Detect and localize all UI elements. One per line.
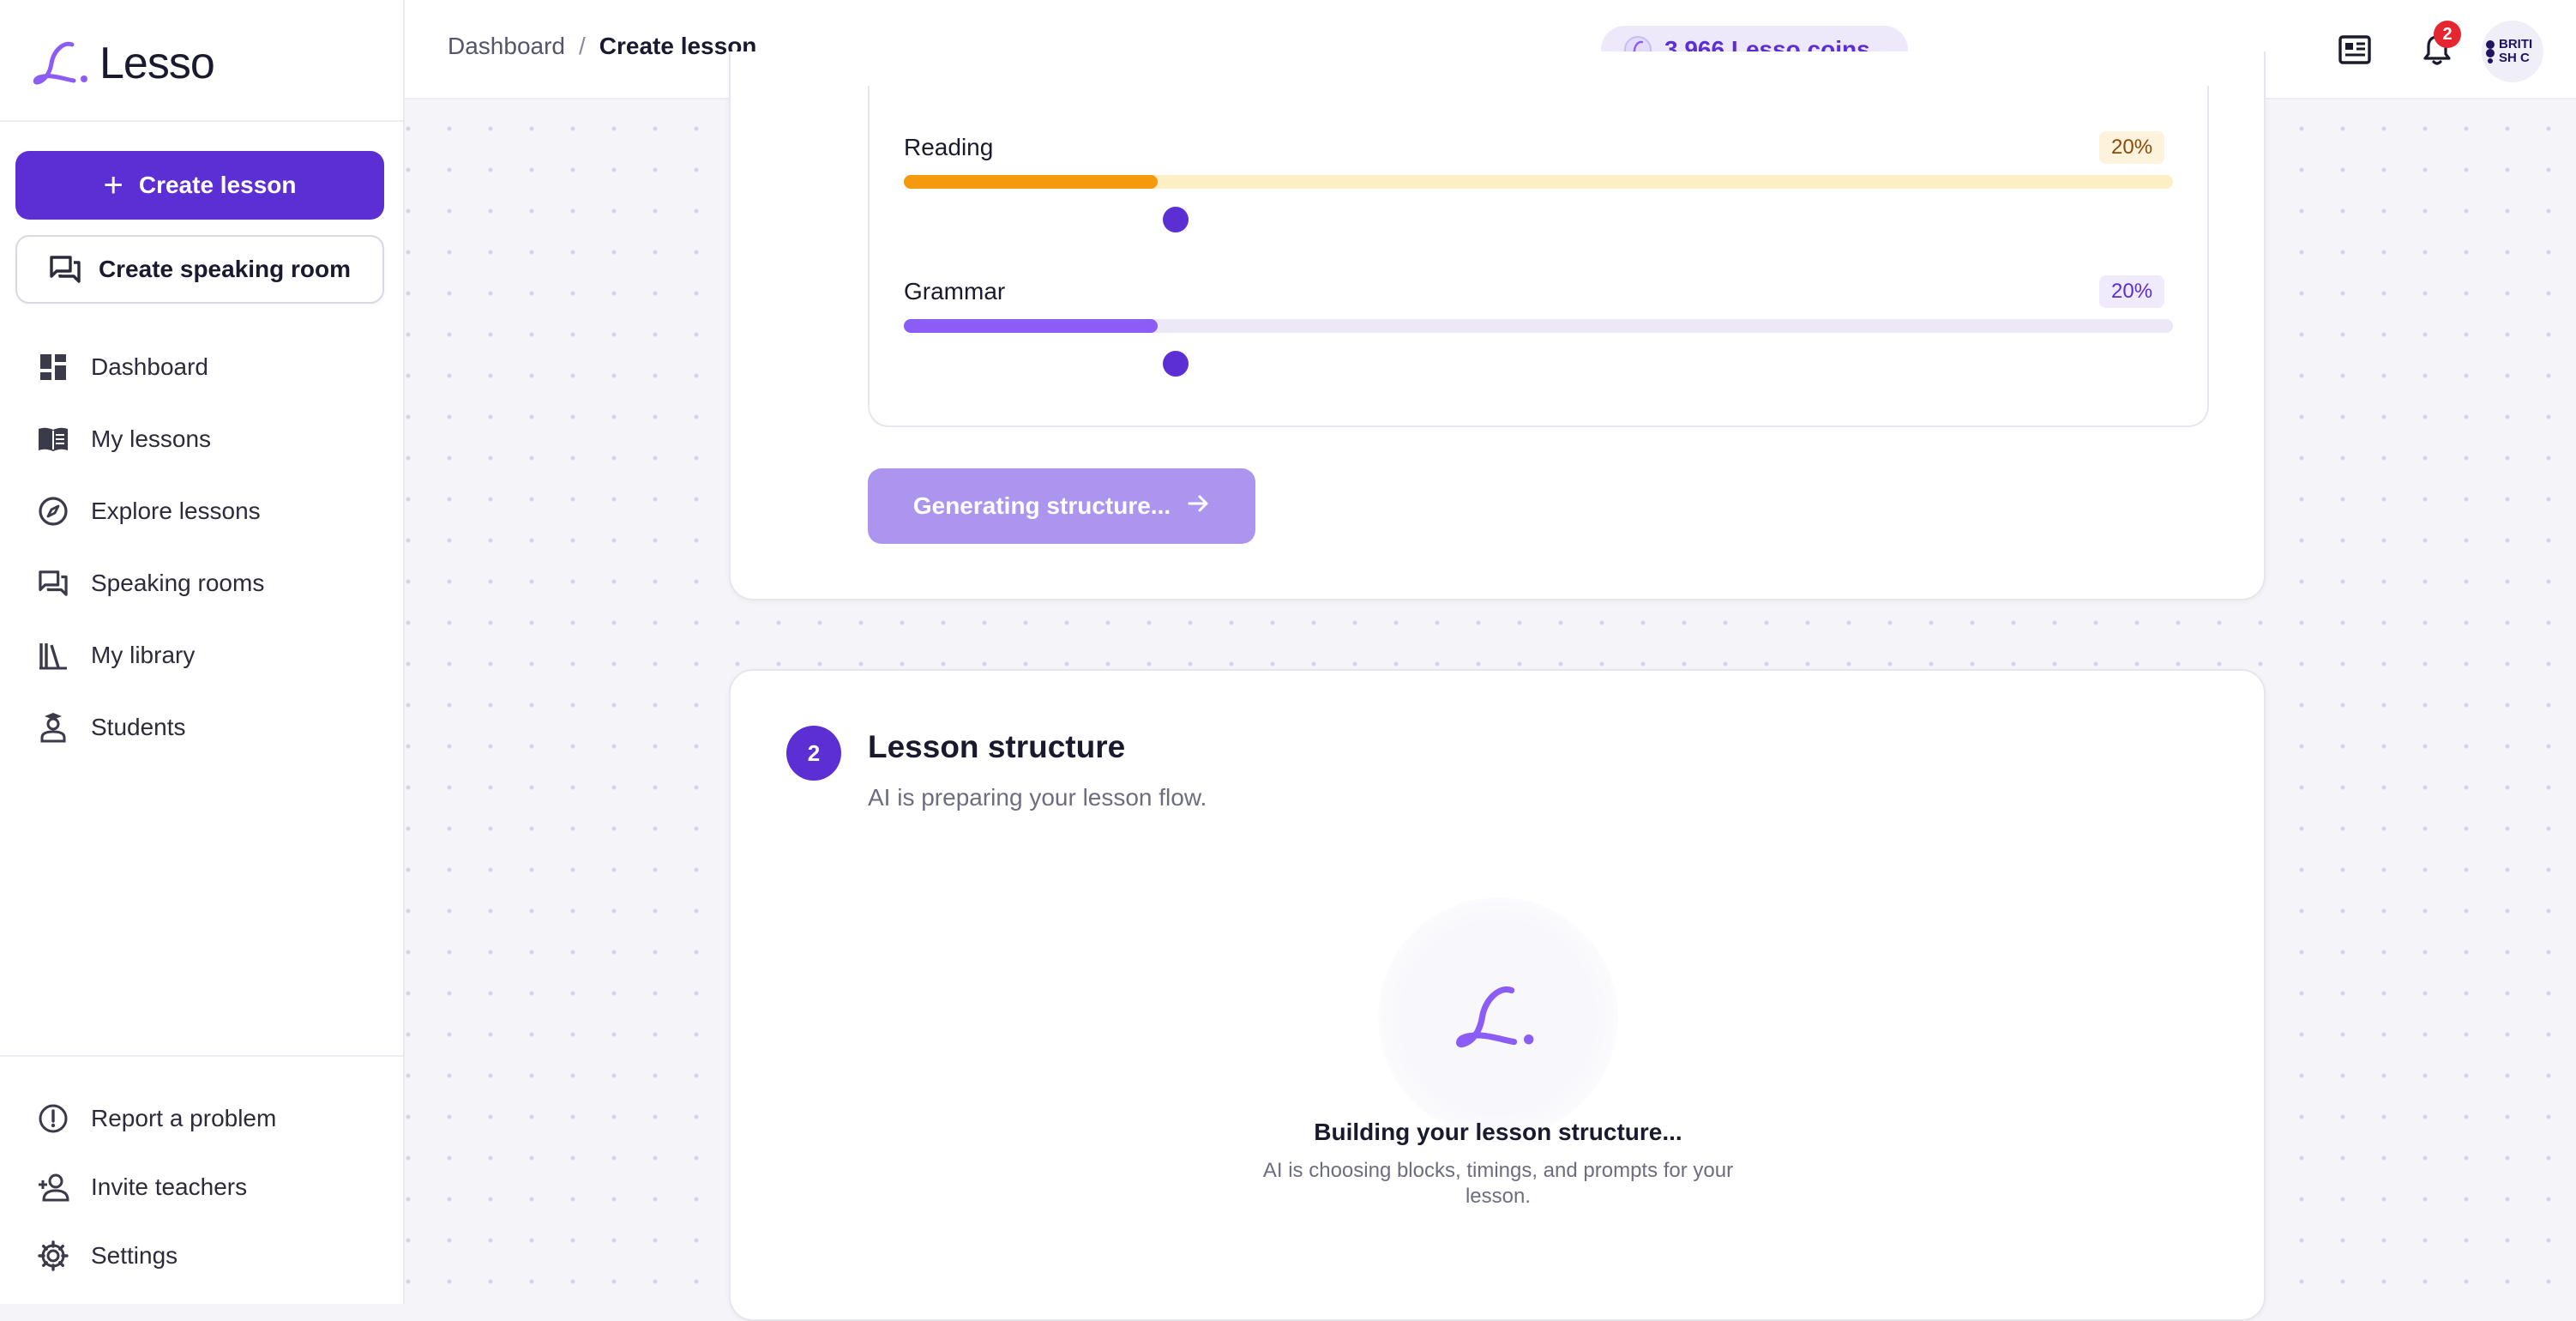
- sidebar-item-label: Invite teachers: [91, 1173, 248, 1200]
- avatar-logo-icon: [2485, 39, 2495, 63]
- loading-subtitle: AI is choosing blocks, timings, and prom…: [1262, 1159, 1734, 1208]
- skill-slider-thumb-reading[interactable]: [1163, 207, 1189, 232]
- plus-icon: +: [103, 166, 123, 204]
- person-add-icon: [36, 1170, 70, 1204]
- dashboard-icon: [36, 350, 70, 384]
- avatar-text: BRITISH COUNCIL: [2499, 38, 2533, 65]
- skill-percent-reading: 20%: [2099, 131, 2165, 164]
- skill-fill-grammar: [904, 319, 1158, 333]
- loading-title: Building your lesson structure...: [1314, 1119, 1682, 1145]
- student-icon: [36, 710, 70, 745]
- sidebar: Lesso + Create lesson Create speaking ro…: [0, 0, 405, 1304]
- generating-structure-label: Generating structure...: [912, 492, 1171, 519]
- sidebar-footer-divider: [0, 1055, 403, 1057]
- sidebar-item-dashboard[interactable]: Dashboard: [0, 331, 405, 403]
- skill-fill-reading: [904, 175, 1158, 189]
- skill-slider-thumb-grammar[interactable]: [1163, 351, 1189, 377]
- skill-label-grammar: Grammar: [904, 278, 1006, 305]
- sidebar-item-label: Settings: [91, 1242, 178, 1269]
- sidebar-divider: [0, 120, 403, 122]
- sidebar-item-label: My lessons: [91, 425, 212, 452]
- sidebar-item-my-lessons[interactable]: My lessons: [0, 403, 405, 475]
- gear-icon: [36, 1239, 70, 1273]
- create-lesson-button[interactable]: + Create lesson: [15, 151, 384, 220]
- sidebar-item-label: Dashboard: [91, 353, 208, 380]
- create-speaking-room-label: Create speaking room: [98, 256, 352, 282]
- create-lesson-label: Create lesson: [138, 172, 297, 198]
- compass-icon: [36, 494, 70, 528]
- skill-track-grammar: [904, 319, 2173, 333]
- avatar[interactable]: BRITISH COUNCIL: [2482, 21, 2543, 82]
- news-icon: [2338, 35, 2371, 64]
- sidebar-item-report-problem[interactable]: Report a problem: [0, 1083, 405, 1155]
- breadcrumb-dashboard-link[interactable]: Dashboard: [448, 33, 565, 60]
- step-number-badge: 2: [786, 726, 841, 781]
- skill-track-reading: [904, 175, 2173, 189]
- skill-percent-grammar: 20%: [2099, 275, 2165, 308]
- lesso-loader-icon: [1456, 986, 1534, 1048]
- alert-circle-icon: [36, 1101, 70, 1136]
- notification-count-badge: 2: [2434, 21, 2461, 48]
- sidebar-item-label: Students: [91, 714, 186, 740]
- sidebar-item-students[interactable]: Students: [0, 691, 405, 763]
- breadcrumb: Dashboard / Create lesson: [448, 33, 756, 60]
- sidebar-item-label: Speaking rooms: [91, 570, 265, 596]
- arrow-right-icon: [1188, 492, 1210, 520]
- sidebar-item-speaking-rooms[interactable]: Speaking rooms: [0, 547, 405, 619]
- lesso-logo-icon: [33, 41, 87, 85]
- lesson-structure-title: Lesson structure: [868, 729, 1126, 764]
- sidebar-item-my-library[interactable]: My library: [0, 619, 405, 691]
- news-button[interactable]: [2334, 29, 2375, 70]
- sidebar-item-label: Explore lessons: [91, 498, 261, 524]
- skills-balance-box: [868, 86, 2209, 427]
- sidebar-item-invite-teachers[interactable]: Invite teachers: [0, 1151, 405, 1223]
- library-icon: [36, 638, 70, 673]
- sidebar-item-explore-lessons[interactable]: Explore lessons: [0, 475, 405, 547]
- chat-icon: [36, 566, 70, 600]
- sidebar-item-label: My library: [91, 642, 196, 668]
- loading-indicator: [1378, 897, 1618, 1137]
- breadcrumb-separator: /: [578, 33, 586, 59]
- lesson-structure-subtitle: AI is preparing your lesson flow.: [868, 784, 1207, 811]
- skill-label-reading: Reading: [904, 134, 994, 160]
- lesso-logo[interactable]: Lesso: [33, 36, 215, 91]
- sidebar-item-settings[interactable]: Settings: [0, 1220, 405, 1292]
- create-speaking-room-button[interactable]: Create speaking room: [15, 235, 384, 304]
- generating-structure-button[interactable]: Generating structure...: [868, 468, 1255, 544]
- logo-text: Lesso: [99, 39, 215, 88]
- book-icon: [36, 422, 70, 456]
- chat-icon: [50, 256, 81, 283]
- sidebar-item-label: Report a problem: [91, 1105, 277, 1131]
